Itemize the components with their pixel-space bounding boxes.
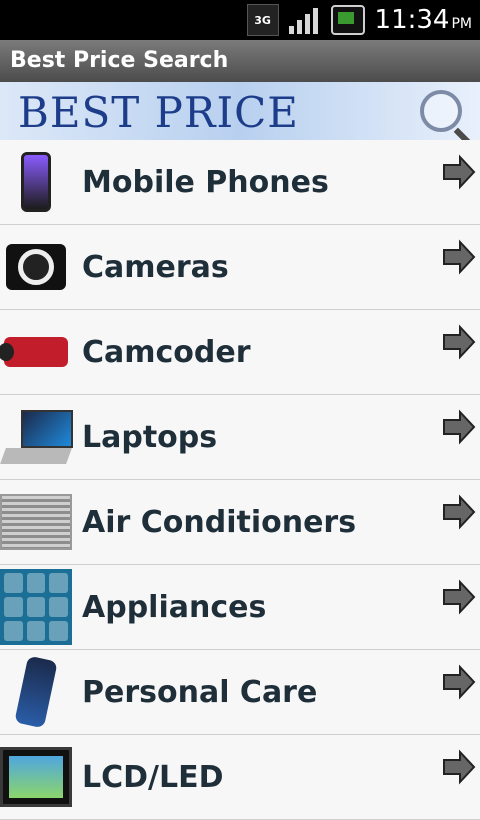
arrow-right-icon xyxy=(443,239,476,275)
magnifier-icon xyxy=(420,90,462,132)
category-item-lcd-led[interactable]: LCD/LED xyxy=(0,735,480,820)
camcorder-icon xyxy=(0,316,72,388)
category-label: Mobile Phones xyxy=(82,164,329,200)
category-label: Appliances xyxy=(82,589,267,625)
category-label: LCD/LED xyxy=(82,759,224,795)
category-item-mobile-phones[interactable]: Mobile Phones xyxy=(0,140,480,225)
clock-time: 11:34 xyxy=(374,5,450,35)
mobile-phone-icon xyxy=(0,146,72,218)
category-label: Camcoder xyxy=(82,334,251,370)
arrow-right-icon xyxy=(443,494,476,530)
arrow-right-icon xyxy=(443,664,476,700)
shaver-icon xyxy=(0,655,72,729)
banner-text: BEST PRICE SEARCH xyxy=(18,88,299,140)
battery-icon xyxy=(330,5,365,35)
status-icons: 3G 11:34 PM xyxy=(246,0,472,40)
category-item-air-conditioners[interactable]: Air Conditioners xyxy=(0,480,480,565)
status-bar: 3G 11:34 PM xyxy=(0,0,480,40)
air-conditioner-icon xyxy=(0,486,72,558)
category-item-appliances[interactable]: Appliances xyxy=(0,565,480,650)
arrow-right-icon xyxy=(443,324,476,360)
app-title-bar: Best Price Search xyxy=(0,40,480,82)
category-label: Cameras xyxy=(82,249,229,285)
arrow-right-icon xyxy=(443,409,476,445)
category-list: Mobile Phones Cameras Camcoder Laptops A… xyxy=(0,140,480,820)
clock: 11:34 PM xyxy=(375,5,472,35)
category-label: Personal Care xyxy=(82,674,318,710)
category-item-camcoder[interactable]: Camcoder xyxy=(0,310,480,395)
tv-icon xyxy=(0,741,72,813)
camera-icon xyxy=(0,231,72,303)
signal-strength-icon xyxy=(288,6,321,34)
arrow-right-icon xyxy=(443,154,476,190)
arrow-right-icon xyxy=(443,579,476,615)
arrow-right-icon xyxy=(443,749,476,785)
appliances-icon xyxy=(0,569,72,645)
category-label: Laptops xyxy=(82,419,218,455)
category-label: Air Conditioners xyxy=(82,504,357,540)
network-3g-icon: 3G xyxy=(246,4,279,36)
category-item-personal-care[interactable]: Personal Care xyxy=(0,650,480,735)
laptop-icon xyxy=(0,401,73,473)
banner-logo: BEST PRICE SEARCH xyxy=(0,82,480,140)
category-item-cameras[interactable]: Cameras xyxy=(0,225,480,310)
clock-ampm: PM xyxy=(451,16,472,32)
category-item-laptops[interactable]: Laptops xyxy=(0,395,480,480)
